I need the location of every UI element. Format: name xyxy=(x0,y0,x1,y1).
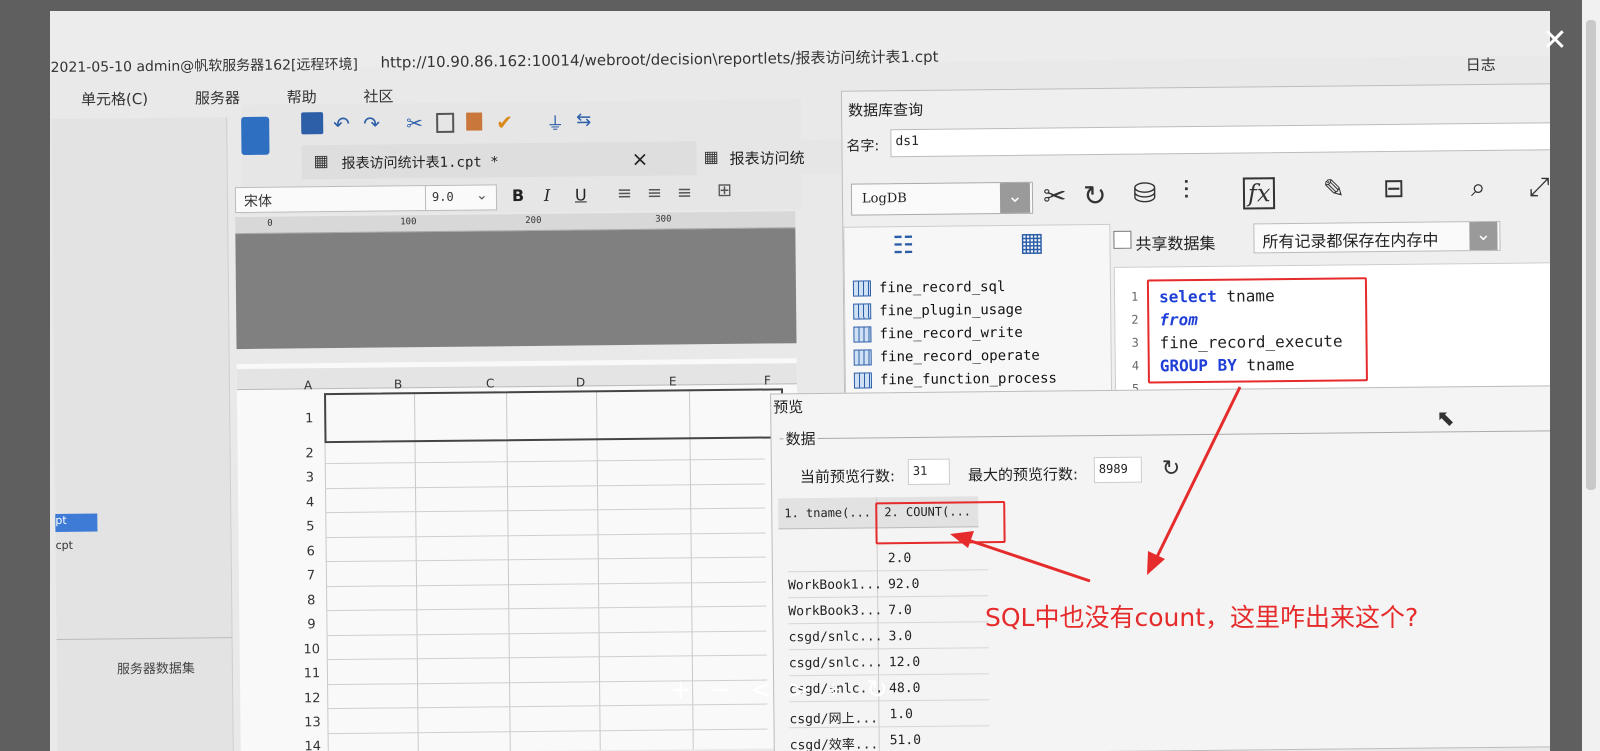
photo-screenshot: 2021-05-10 admin@帆软服务器162[远程环境] http://1… xyxy=(50,11,1550,751)
annotation-text: SQL中也没有count，这里咋出来这个? xyxy=(985,603,1419,632)
close-viewer-icon[interactable]: ✕ xyxy=(1540,26,1570,56)
annotation-arrows xyxy=(950,386,1242,583)
zoom-in-button[interactable]: + xyxy=(670,675,692,705)
viewer-controls: + − < > ⌖ ↻ xyxy=(670,675,910,705)
arrow-to-sql xyxy=(1153,386,1242,562)
zoom-out-button[interactable]: − xyxy=(710,675,732,705)
next-button[interactable]: > xyxy=(788,675,810,705)
arrow-head xyxy=(950,531,974,548)
rotate-button[interactable]: ↻ xyxy=(866,675,888,705)
arrow-to-count xyxy=(964,537,1091,583)
previous-button[interactable]: < xyxy=(750,675,772,705)
arrow-head xyxy=(1147,551,1165,575)
fit-button[interactable]: ⌖ xyxy=(826,675,841,706)
scrollbar-thumb[interactable] xyxy=(1586,20,1596,490)
page-scrollbar[interactable] xyxy=(1582,0,1600,751)
